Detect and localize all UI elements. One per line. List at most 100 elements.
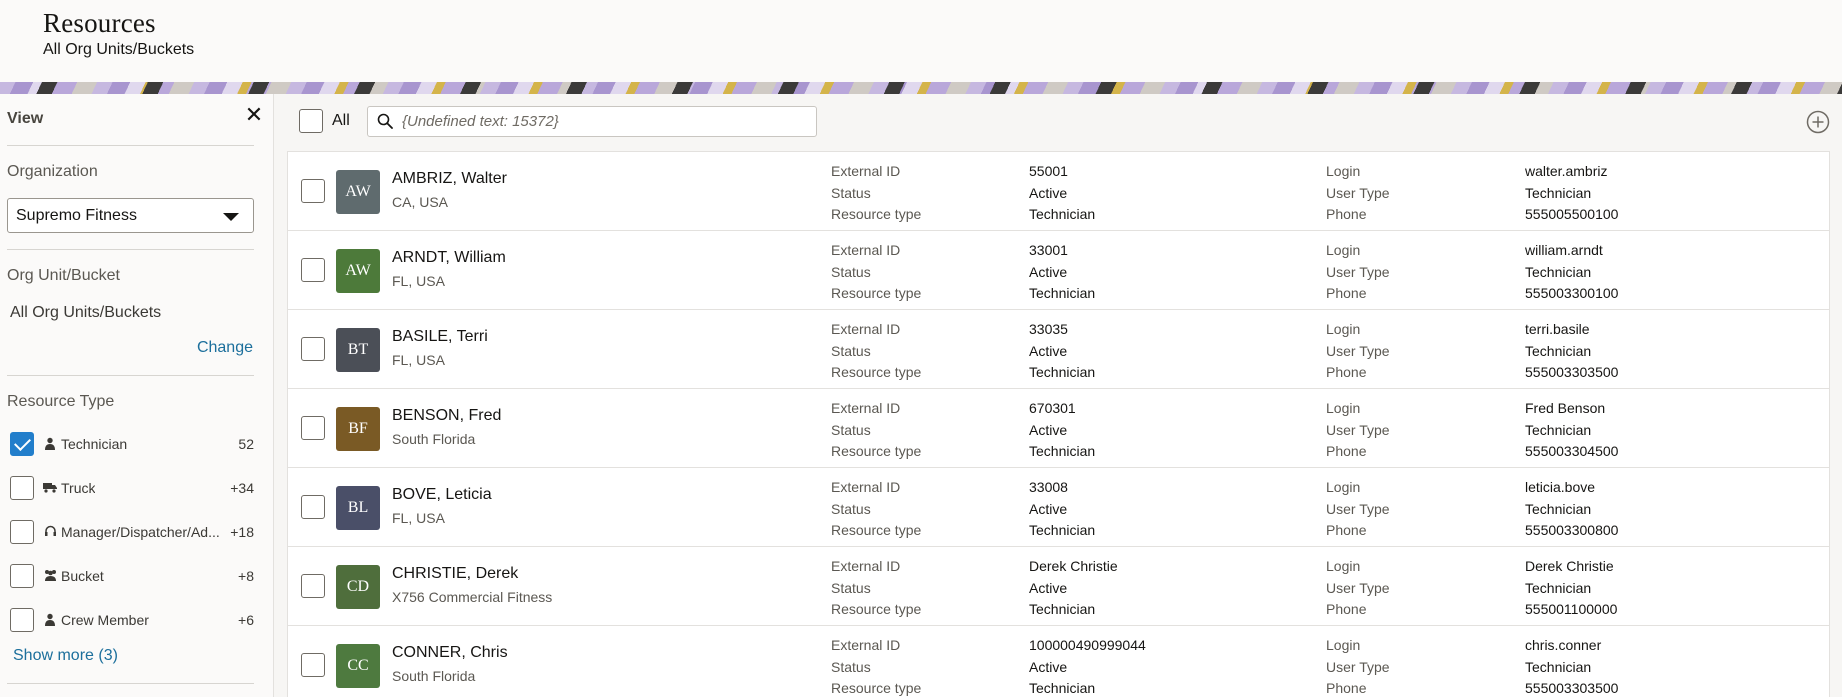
- show-more-link[interactable]: Show more (3): [13, 647, 118, 665]
- resource-type-value: Technician: [1029, 285, 1096, 301]
- divider: [7, 683, 254, 684]
- avatar: BT: [336, 328, 380, 372]
- change-org-unit-link[interactable]: Change: [197, 339, 253, 357]
- resource-name[interactable]: BOVE, Leticia: [392, 486, 492, 504]
- truck-icon: [43, 481, 57, 495]
- resource-type-item-count: +8: [238, 568, 254, 584]
- phone-label: Phone: [1326, 522, 1367, 538]
- resource-name[interactable]: CONNER, Chris: [392, 644, 508, 662]
- phone-value: 555001100000: [1525, 601, 1618, 617]
- login-label: Login: [1326, 400, 1361, 416]
- status-value: Active: [1029, 185, 1068, 201]
- login-value: Derek Christie: [1525, 558, 1614, 574]
- phone-label: Phone: [1326, 206, 1367, 222]
- external-id-value: 100000490999044: [1029, 637, 1146, 653]
- avatar: BF: [336, 407, 380, 451]
- select-all-checkbox[interactable]: [299, 109, 323, 133]
- group-icon: [43, 569, 57, 583]
- status-value: Active: [1029, 264, 1068, 280]
- status-value: Active: [1029, 422, 1068, 438]
- resource-name[interactable]: ARNDT, William: [392, 249, 506, 267]
- external-id-value: 55001: [1029, 163, 1068, 179]
- resource-row[interactable]: AW ARNDT, William FL, USA External ID 33001 S…: [288, 231, 1829, 310]
- divider: [7, 375, 254, 376]
- resource-type-field-label: Resource type: [831, 601, 922, 617]
- resource-type-checkbox[interactable]: [10, 608, 34, 632]
- resource-location: FL, USA: [392, 510, 445, 526]
- page-header: Resources All Org Units/Buckets: [0, 0, 1842, 82]
- resource-row[interactable]: BL BOVE, Leticia FL, USA External ID 33008 St…: [288, 468, 1829, 547]
- user-type-label: User Type: [1326, 264, 1390, 280]
- user-type-value: Technician: [1525, 501, 1592, 517]
- resource-type-label: Resource Type: [7, 393, 115, 410]
- resource-name[interactable]: CHRISTIE, Derek: [392, 565, 518, 583]
- status-label: Status: [831, 264, 871, 280]
- status-value: Active: [1029, 659, 1068, 675]
- page-subtitle: All Org Units/Buckets: [43, 41, 195, 58]
- chevron-down-icon: [223, 213, 239, 221]
- status-label: Status: [831, 343, 871, 359]
- resource-name[interactable]: BENSON, Fred: [392, 407, 501, 425]
- login-value: chris.conner: [1525, 637, 1602, 653]
- resource-type-item[interactable]: Technician 52: [10, 432, 254, 458]
- resource-type-field-label: Resource type: [831, 364, 922, 380]
- resource-type-value: Technician: [1029, 364, 1096, 380]
- login-value: walter.ambriz: [1525, 163, 1608, 179]
- resource-type-item[interactable]: Truck +34: [10, 476, 254, 502]
- status-label: Status: [831, 185, 871, 201]
- add-circle-icon[interactable]: [1806, 110, 1830, 134]
- row-checkbox[interactable]: [301, 416, 325, 440]
- row-checkbox[interactable]: [301, 653, 325, 677]
- resource-row[interactable]: AW AMBRIZ, Walter CA, USA External ID 55001 S…: [288, 152, 1829, 231]
- resource-type-value: Technician: [1029, 443, 1096, 459]
- resource-type-item[interactable]: Bucket +8: [10, 564, 254, 590]
- resource-type-item-label: Technician: [61, 436, 128, 452]
- phone-value: 555003304500: [1525, 443, 1619, 459]
- status-label: Status: [831, 501, 871, 517]
- avatar: AW: [336, 249, 380, 293]
- resource-type-checkbox[interactable]: [10, 564, 34, 588]
- login-value: terri.basile: [1525, 321, 1590, 337]
- resource-row[interactable]: CD CHRISTIE, Derek X756 Commercial Fitness…: [288, 547, 1829, 626]
- close-icon[interactable]: ✕: [243, 104, 265, 126]
- phone-label: Phone: [1326, 601, 1367, 617]
- resource-name[interactable]: AMBRIZ, Walter: [392, 170, 507, 188]
- resource-type-item[interactable]: Crew Member +6: [10, 608, 254, 634]
- phone-label: Phone: [1326, 285, 1367, 301]
- organization-select[interactable]: Supremo Fitness: [7, 198, 254, 233]
- row-checkbox[interactable]: [301, 574, 325, 598]
- phone-value: 555003303500: [1525, 364, 1619, 380]
- user-type-value: Technician: [1525, 422, 1592, 438]
- row-checkbox[interactable]: [301, 337, 325, 361]
- phone-value: 555003300800: [1525, 522, 1619, 538]
- person-icon: [43, 613, 57, 627]
- decorative-banner: [0, 82, 1842, 94]
- external-id-value: 33008: [1029, 479, 1068, 495]
- phone-value: 555003303500: [1525, 680, 1619, 696]
- user-type-label: User Type: [1326, 580, 1390, 596]
- user-type-value: Technician: [1525, 580, 1592, 596]
- resource-type-item-count: +18: [230, 524, 254, 540]
- organization-select-value: Supremo Fitness: [16, 207, 137, 224]
- org-unit-label: Org Unit/Bucket: [7, 267, 120, 284]
- resource-type-item-count: 52: [238, 436, 254, 452]
- row-checkbox[interactable]: [301, 179, 325, 203]
- user-type-value: Technician: [1525, 659, 1592, 675]
- row-checkbox[interactable]: [301, 495, 325, 519]
- view-sidebar: View ✕ Organization Supremo Fitness Org …: [0, 94, 274, 697]
- search-input[interactable]: [400, 110, 800, 133]
- user-type-label: User Type: [1326, 501, 1390, 517]
- resource-type-item[interactable]: Manager/Dispatcher/Ad... +18: [10, 520, 254, 546]
- resource-type-checkbox[interactable]: [10, 520, 34, 544]
- external-id-label: External ID: [831, 400, 901, 416]
- login-label: Login: [1326, 558, 1361, 574]
- resource-row[interactable]: BF BENSON, Fred South Florida External ID 67…: [288, 389, 1829, 468]
- resource-row[interactable]: BT BASILE, Terri FL, USA External ID 33035 St…: [288, 310, 1829, 389]
- external-id-label: External ID: [831, 558, 901, 574]
- resource-row[interactable]: CC CONNER, Chris South Florida External ID 1…: [288, 626, 1829, 697]
- resource-type-checkbox[interactable]: [10, 432, 34, 456]
- resource-location: FL, USA: [392, 352, 445, 368]
- row-checkbox[interactable]: [301, 258, 325, 282]
- resource-type-checkbox[interactable]: [10, 476, 34, 500]
- resource-name[interactable]: BASILE, Terri: [392, 328, 488, 346]
